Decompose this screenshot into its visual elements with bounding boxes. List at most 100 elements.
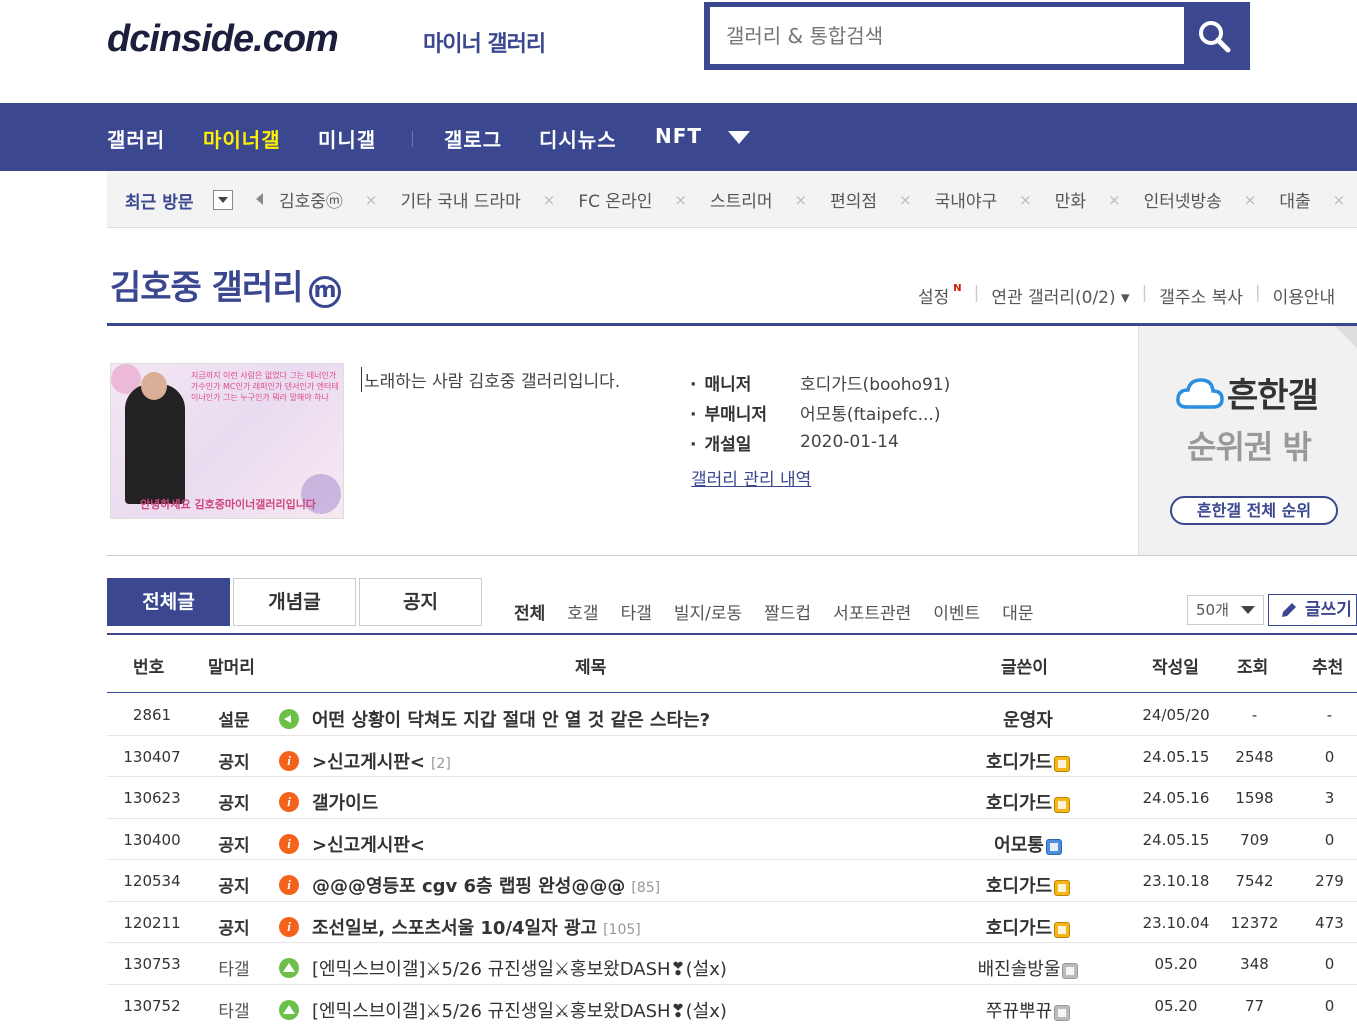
table-row[interactable]: 130623 공지 갤가이드 호디가드 24.05.16 1598 3 (107, 777, 1357, 819)
remove-icon[interactable]: × (674, 191, 687, 209)
post-title-link[interactable]: [엔믹스브이갤]⚔5/26 규진생일⚔홍보왔DASH❣(설x) (279, 997, 727, 1023)
table-row[interactable]: 120211 공지 조선일보, 스포츠서울 10/4일자 광고 [105] 호디가… (107, 902, 1357, 943)
writer-name: 호디가드 (985, 751, 1053, 773)
survey-icon (279, 709, 299, 729)
recent-visits-bar: 최근 방문 김호중ⓜ × 기타 국내 드라마 × FC 온라인 × 스트리머 × 편의점… (107, 171, 1357, 228)
nav-more-icon[interactable] (728, 131, 750, 144)
table-row[interactable]: 120534 공지 @@@영등포 cgv 6층 랩핑 완성@@@ [85] 호디가… (107, 860, 1357, 902)
table-row[interactable]: 130400 공지 >신고게시판< 어모통 24.05.15 709 0 (107, 819, 1357, 860)
head-filter[interactable]: 서포트관련 (833, 599, 911, 624)
tab-notice[interactable]: 공지 (359, 578, 482, 626)
post-writer[interactable]: 호디가드 (953, 872, 1103, 898)
recent-item[interactable]: 기타 국내 드라마 × (401, 187, 579, 213)
writer-name: 어모통 (994, 834, 1044, 856)
post-views: 1598 (1235, 789, 1274, 807)
main-nav: 갤러리 마이너갤 미니갤 갤로그 디시뉴스 NFT (0, 103, 1357, 171)
head-filter[interactable]: 이벤트 (933, 599, 980, 624)
post-writer[interactable]: 어모통 (953, 831, 1103, 857)
remove-icon[interactable]: × (1108, 191, 1121, 209)
writer-name: 배진솔방울 (977, 959, 1061, 980)
head-filter[interactable]: 짤드컵 (764, 599, 811, 624)
recent-item[interactable]: 국내야구 × (934, 187, 1055, 213)
recent-item[interactable]: 만화 × (1055, 187, 1144, 213)
reply-count[interactable]: [2] (431, 756, 451, 772)
nav-minor-gallery[interactable]: 마이너갤 (203, 124, 281, 153)
search-button[interactable] (1184, 7, 1244, 64)
manager-badge-icon (1054, 921, 1071, 938)
notice-icon (279, 875, 299, 895)
write-button-label: 글쓰기 (1305, 600, 1352, 620)
submanager-value[interactable]: 어모통(ftaipefc...) (800, 400, 940, 425)
table-row[interactable]: 2861 설문 어떤 상황이 닥쳐도 지갑 절대 안 열 것 같은 스타는? 운… (107, 694, 1357, 736)
remove-icon[interactable]: × (795, 191, 808, 209)
post-writer[interactable]: 배진솔방울 (953, 955, 1103, 981)
remove-icon[interactable]: × (543, 191, 556, 209)
post-writer[interactable]: 호디가드 (953, 914, 1103, 940)
manager-row: 매니저호디가드(booho91) (690, 367, 950, 397)
remove-icon[interactable]: × (1019, 191, 1032, 209)
related-gallery-link[interactable]: 연관 갤러리(0/2) ▾ (991, 283, 1129, 308)
col-writer: 글쓴이 (1001, 658, 1048, 678)
tab-concept-posts[interactable]: 개념글 (233, 578, 356, 626)
post-writer[interactable]: 호디가드 (953, 748, 1103, 774)
recent-item[interactable]: 대출 × (1279, 187, 1357, 213)
recent-item[interactable]: 편의점 × (830, 187, 935, 213)
head-filter-all[interactable]: 전체 (514, 599, 545, 624)
recent-item[interactable]: 인터넷방송 × (1144, 187, 1280, 213)
manager-value[interactable]: 호디가드(booho91) (800, 370, 950, 395)
recent-prev-icon[interactable] (256, 193, 263, 205)
nav-mini-gallery[interactable]: 미니갤 (318, 124, 376, 153)
site-logo[interactable]: dcinside.com (107, 18, 339, 61)
post-date: 24.05.15 (1142, 747, 1210, 766)
write-button[interactable]: 글쓰기 (1268, 594, 1357, 626)
table-row[interactable]: 130407 공지 >신고게시판<[2] 호디가드 24.05.15 2548 … (107, 736, 1357, 777)
recent-item[interactable]: 김호중ⓜ × (279, 187, 401, 213)
minor-gallery-badge-icon: m (308, 276, 341, 308)
post-title-link[interactable]: >신고게시판< [2] (279, 748, 451, 774)
head-filter[interactable]: 호갤 (567, 599, 598, 624)
remove-icon[interactable]: × (1244, 191, 1257, 209)
table-row[interactable]: 130753 타갤 [엔믹스브이갤]⚔5/26 규진생일⚔홍보왔DASH❣(설x… (107, 943, 1357, 985)
head-filter[interactable]: 타갤 (621, 599, 652, 624)
post-writer[interactable]: 쭈뀨뿌뀨 (953, 997, 1103, 1023)
recent-dropdown-icon[interactable] (213, 190, 233, 210)
post-title-link[interactable]: @@@영등포 cgv 6층 랩핑 완성@@@ [85] (279, 872, 660, 898)
post-title-link[interactable]: 조선일보, 스포츠서울 10/4일자 광고 [105] (279, 914, 641, 940)
remove-icon[interactable]: × (1333, 191, 1346, 209)
tab-all-posts[interactable]: 전체글 (107, 578, 230, 626)
gallery-admin-history-link[interactable]: 갤러리 관리 내역 (691, 465, 811, 490)
post-title-link[interactable]: 갤가이드 (279, 789, 378, 815)
recent-item[interactable]: FC 온라인 × (578, 187, 710, 213)
reply-count[interactable]: [105] (603, 922, 641, 938)
nav-nft[interactable]: NFT (655, 124, 702, 148)
notice-icon (279, 792, 299, 812)
head-filter[interactable]: 대문 (1002, 599, 1033, 624)
usage-guide-link[interactable]: 이용안내 (1273, 283, 1336, 308)
post-date: 23.10.18 (1142, 872, 1210, 890)
head-filter[interactable]: 빌지/로동 (674, 599, 742, 624)
search-input[interactable] (710, 7, 1184, 64)
recent-item-label: 국내야구 (934, 192, 998, 212)
table-row[interactable]: 130752 타갤 [엔믹스브이갤]⚔5/26 규진생일⚔홍보왔DASH❣(설x… (107, 985, 1357, 1025)
settings-link[interactable]: 설정 N (918, 283, 962, 308)
banner-person-head (141, 372, 167, 400)
copy-address-link[interactable]: 갤주소 복사 (1159, 283, 1243, 308)
post-writer[interactable]: 호디가드 (953, 789, 1103, 815)
rank-all-button[interactable]: 흔한갤 전체 순위 (1170, 496, 1338, 525)
post-title-link[interactable]: [엔믹스브이갤]⚔5/26 규진생일⚔홍보왔DASH❣(설x) (279, 955, 727, 981)
nav-gallery[interactable]: 갤러리 (107, 124, 165, 153)
post-writer[interactable]: 운영자 (953, 706, 1103, 732)
remove-icon[interactable]: × (899, 191, 912, 209)
reply-count[interactable]: [85] (631, 880, 660, 896)
manager-badge-icon (1054, 880, 1071, 896)
minor-gallery-logo[interactable]: 마이너 갤러리 (423, 26, 546, 58)
nav-gallog[interactable]: 갤로그 (444, 124, 502, 153)
remove-icon[interactable]: × (365, 191, 378, 209)
post-recommend: 279 (1315, 872, 1344, 890)
per-page-select[interactable]: 50개 (1187, 595, 1264, 625)
nav-dcnews[interactable]: 디시뉴스 (539, 124, 617, 153)
post-title-link[interactable]: >신고게시판< (279, 831, 425, 857)
gallery-title[interactable]: 김호중 갤러리 m (110, 260, 341, 309)
recent-item[interactable]: 스트리머 × (710, 187, 830, 213)
post-title-link[interactable]: 어떤 상황이 닥쳐도 지갑 절대 안 열 것 같은 스타는? (279, 706, 710, 732)
